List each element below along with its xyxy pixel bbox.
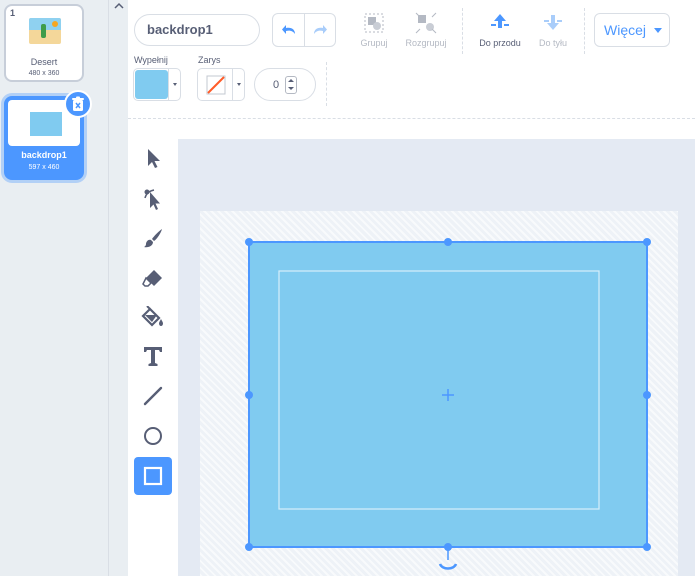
paint-editor-screen: 1 Desert 480 x 360 2 backdrop1 597 x 460 — [0, 0, 695, 576]
backdrop-number: 1 — [10, 8, 16, 18]
backdrop-list: 1 Desert 480 x 360 2 backdrop1 597 x 460 — [0, 0, 108, 576]
list-scrollbar[interactable] — [108, 0, 128, 576]
paint-editor: backdrop1 Grupuj Rozgrupuj Do przodu Do … — [128, 0, 695, 576]
delete-backdrop-button[interactable] — [64, 90, 92, 118]
scroll-up-icon[interactable] — [114, 2, 124, 10]
rotate-handle-icon[interactable] — [438, 563, 458, 570]
desert-thumbnail — [29, 18, 61, 44]
trash-icon — [72, 96, 84, 111]
backdrop-size: 597 x 460 — [28, 164, 60, 171]
backdrop-size: 480 x 360 — [28, 70, 60, 77]
selection-layer — [245, 238, 651, 570]
backdrop-name: backdrop1 — [21, 150, 67, 160]
backdrop-item-desert[interactable]: 1 Desert 480 x 360 — [4, 4, 84, 82]
backdrop-name: Desert — [30, 57, 58, 67]
